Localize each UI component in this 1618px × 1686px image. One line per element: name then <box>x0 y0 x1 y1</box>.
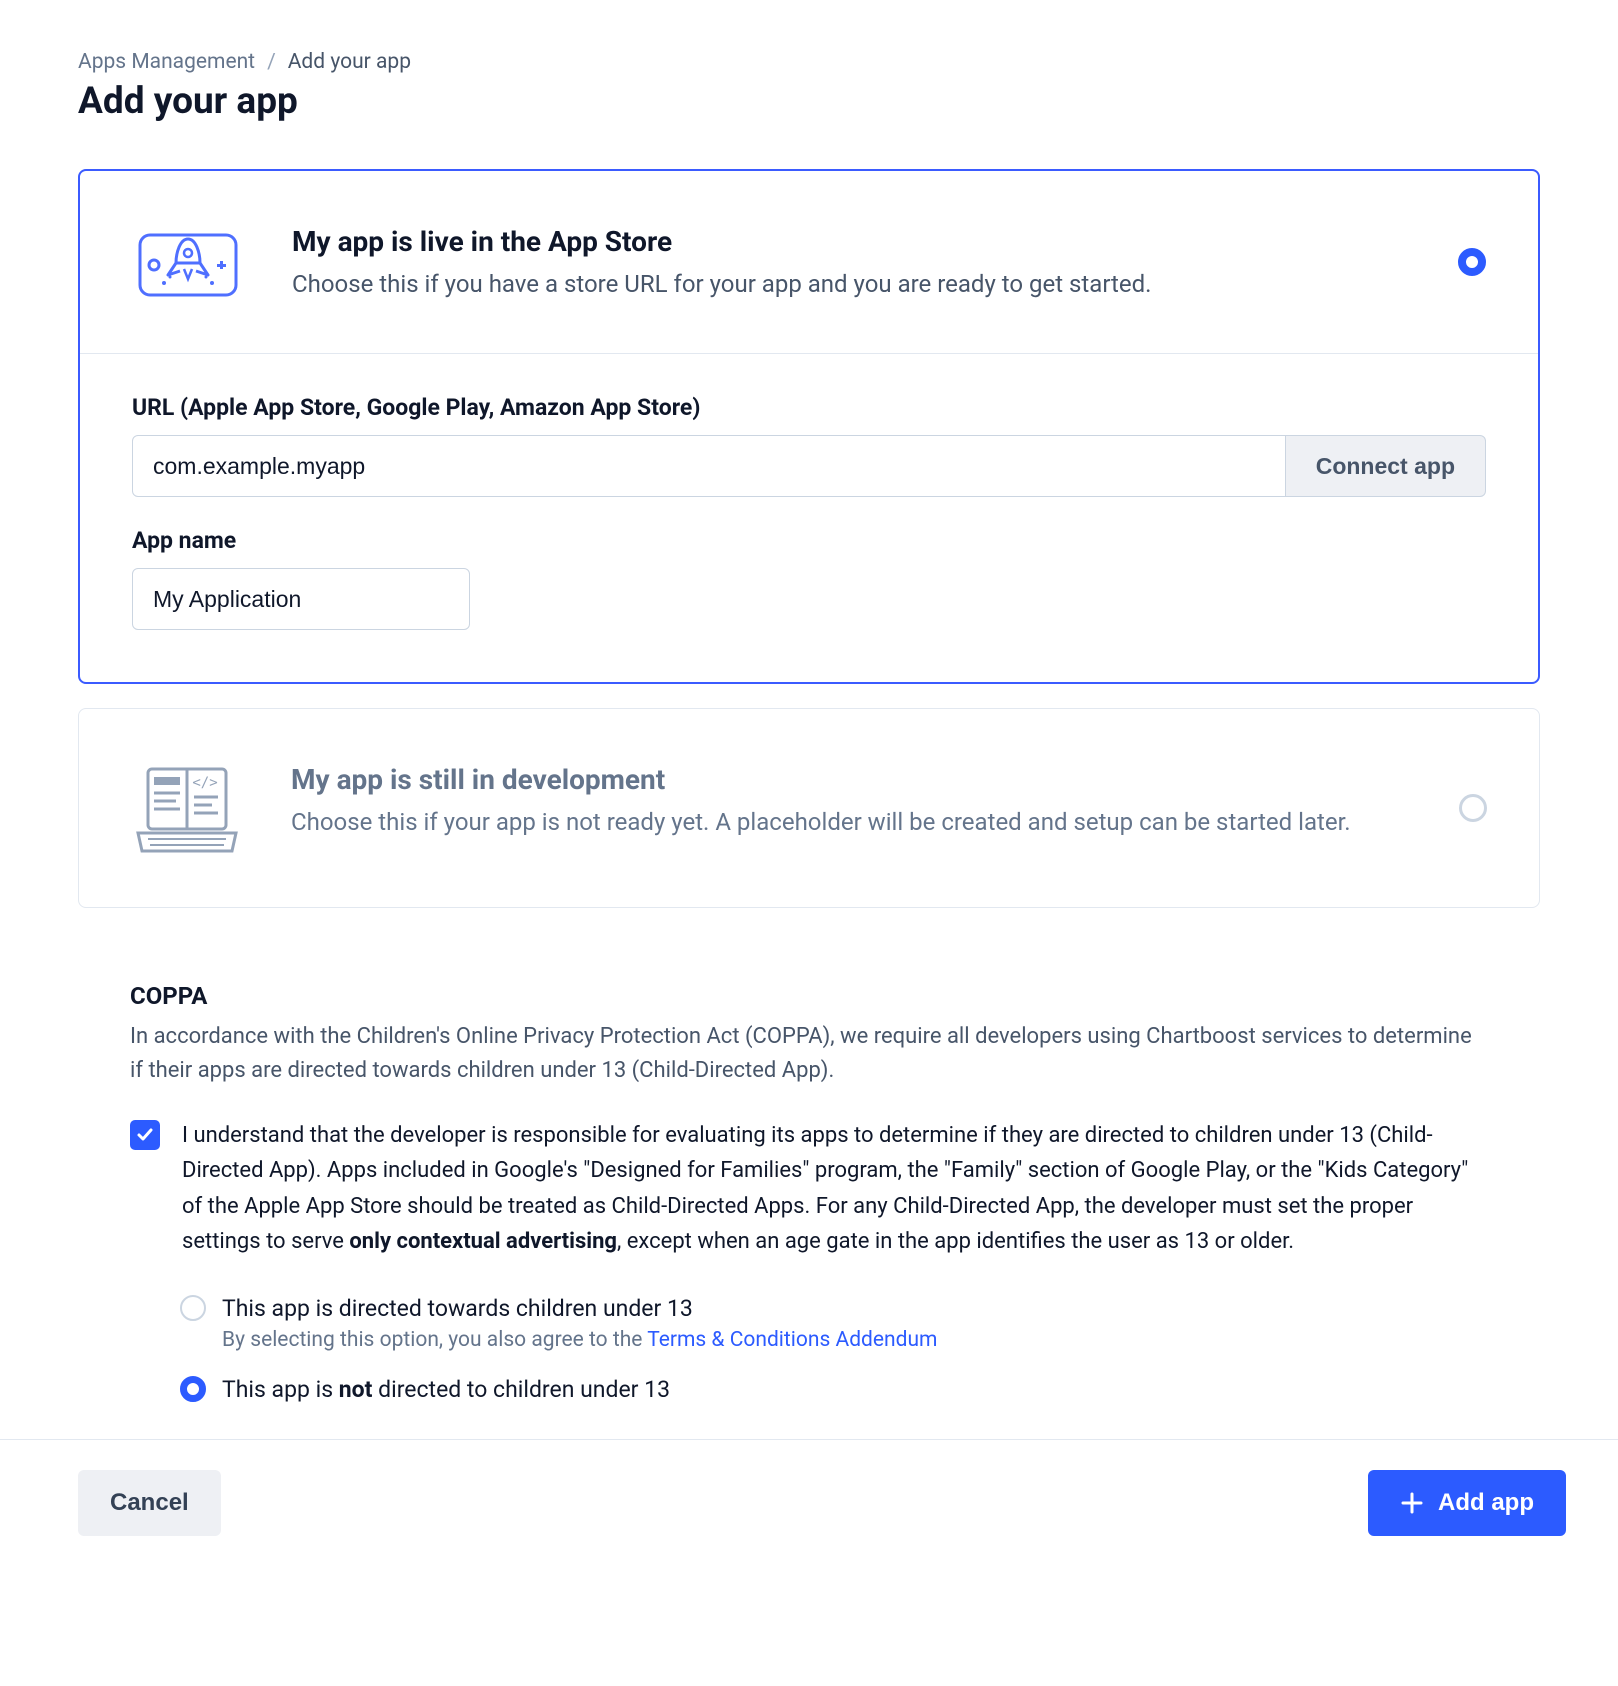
option-live-desc: Choose this if you have a store URL for … <box>292 266 1366 302</box>
option-live-title: My app is live in the App Store <box>292 225 1366 258</box>
appstore-rocket-icon <box>132 225 244 303</box>
option-dev-card[interactable]: </> My app is still in development Choos… <box>78 708 1540 908</box>
appname-label: App name <box>132 527 1486 554</box>
coppa-directed-hint: By selecting this option, you also agree… <box>180 1328 1488 1352</box>
coppa-ack-checkbox[interactable] <box>130 1120 160 1150</box>
coppa-directed-radio[interactable] <box>180 1295 206 1321</box>
plus-icon <box>1400 1491 1424 1515</box>
cancel-button[interactable]: Cancel <box>78 1470 221 1536</box>
breadcrumb-separator: / <box>267 50 276 74</box>
laptop-code-icon: </> <box>131 763 243 857</box>
option-dev-desc: Choose this if your app is not ready yet… <box>291 804 1367 840</box>
coppa-heading: COPPA <box>130 982 1488 1010</box>
coppa-ack-text: I understand that the developer is respo… <box>182 1118 1488 1259</box>
check-icon <box>136 1126 154 1144</box>
breadcrumb-root[interactable]: Apps Management <box>78 50 255 74</box>
coppa-directed-label: This app is directed towards children un… <box>222 1295 693 1322</box>
add-app-button[interactable]: Add app <box>1368 1470 1566 1536</box>
url-label: URL (Apple App Store, Google Play, Amazo… <box>132 394 1486 421</box>
breadcrumb: Apps Management / Add your app <box>78 50 1540 74</box>
option-dev-title: My app is still in development <box>291 763 1367 796</box>
option-live-card[interactable]: My app is live in the App Store Choose t… <box>78 169 1540 684</box>
option-dev-radio[interactable] <box>1459 794 1487 822</box>
breadcrumb-current: Add your app <box>288 50 411 74</box>
appname-input[interactable] <box>132 568 470 630</box>
coppa-intro: In accordance with the Children's Online… <box>130 1020 1488 1088</box>
coppa-not-directed-radio[interactable] <box>180 1376 206 1402</box>
url-input[interactable] <box>132 435 1286 497</box>
svg-text:</>: </> <box>192 775 217 791</box>
page-title: Add your app <box>78 80 1540 123</box>
option-live-radio[interactable] <box>1458 248 1486 276</box>
terms-addendum-link[interactable]: Terms & Conditions Addendum <box>647 1328 937 1352</box>
coppa-not-directed-label: This app is not directed to children und… <box>222 1376 670 1403</box>
connect-app-button[interactable]: Connect app <box>1286 435 1486 497</box>
footer: Cancel Add app <box>0 1439 1618 1576</box>
coppa-section: COPPA In accordance with the Children's … <box>78 932 1540 1439</box>
